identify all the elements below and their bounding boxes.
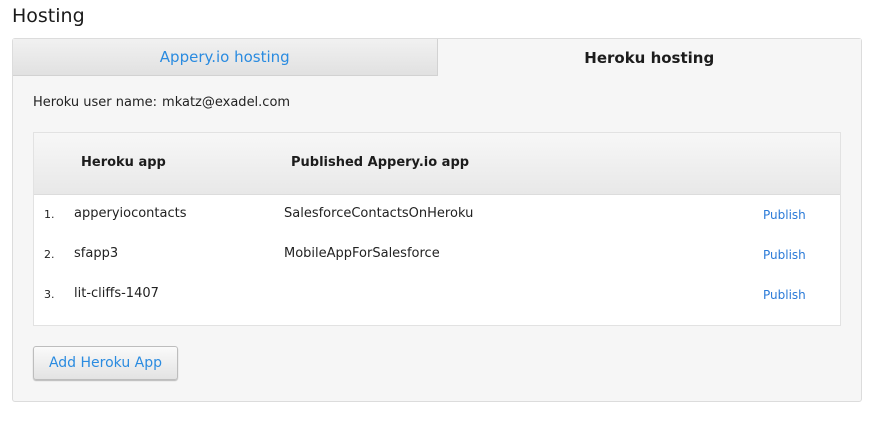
table-row: 2. sfapp3 MobileAppForSalesforce Publish (34, 235, 840, 275)
tab-appery-hosting[interactable]: Appery.io hosting (13, 39, 438, 76)
column-header-heroku-app: Heroku app (81, 155, 166, 170)
row-number: 3. (44, 288, 55, 301)
publish-link[interactable]: Publish (763, 208, 806, 222)
hosting-panel: Appery.io hosting Heroku hosting Heroku … (12, 38, 862, 402)
table-header: Heroku app Published Appery.io app (34, 133, 840, 195)
heroku-app-name: lit-cliffs-1407 (74, 286, 159, 301)
column-header-published-app: Published Appery.io app (291, 155, 470, 170)
heroku-app-name: sfapp3 (74, 246, 119, 261)
table-row: 3. lit-cliffs-1407 Publish (34, 275, 840, 315)
heroku-app-name: apperyiocontacts (74, 206, 187, 221)
publish-link[interactable]: Publish (763, 288, 806, 302)
tab-heroku-hosting[interactable]: Heroku hosting (437, 39, 861, 76)
heroku-user-value: mkatz@exadel.com (162, 95, 291, 110)
add-heroku-app-button[interactable]: Add Heroku App (33, 346, 178, 380)
published-app-name: SalesforceContactsOnHeroku (284, 206, 474, 221)
heroku-user-label: Heroku user name: (33, 95, 158, 110)
table-row: 1. apperyiocontacts SalesforceContactsOn… (34, 195, 840, 235)
heroku-apps-table: Heroku app Published Appery.io app 1. ap… (33, 132, 841, 326)
row-number: 1. (44, 208, 55, 221)
publish-link[interactable]: Publish (763, 248, 806, 262)
published-app-name: MobileAppForSalesforce (284, 246, 440, 261)
tab-bar: Appery.io hosting Heroku hosting (13, 39, 861, 76)
page-title: Hosting (12, 5, 85, 27)
heroku-user-info: Heroku user name: mkatz@exadel.com (33, 95, 290, 110)
row-number: 2. (44, 248, 55, 261)
